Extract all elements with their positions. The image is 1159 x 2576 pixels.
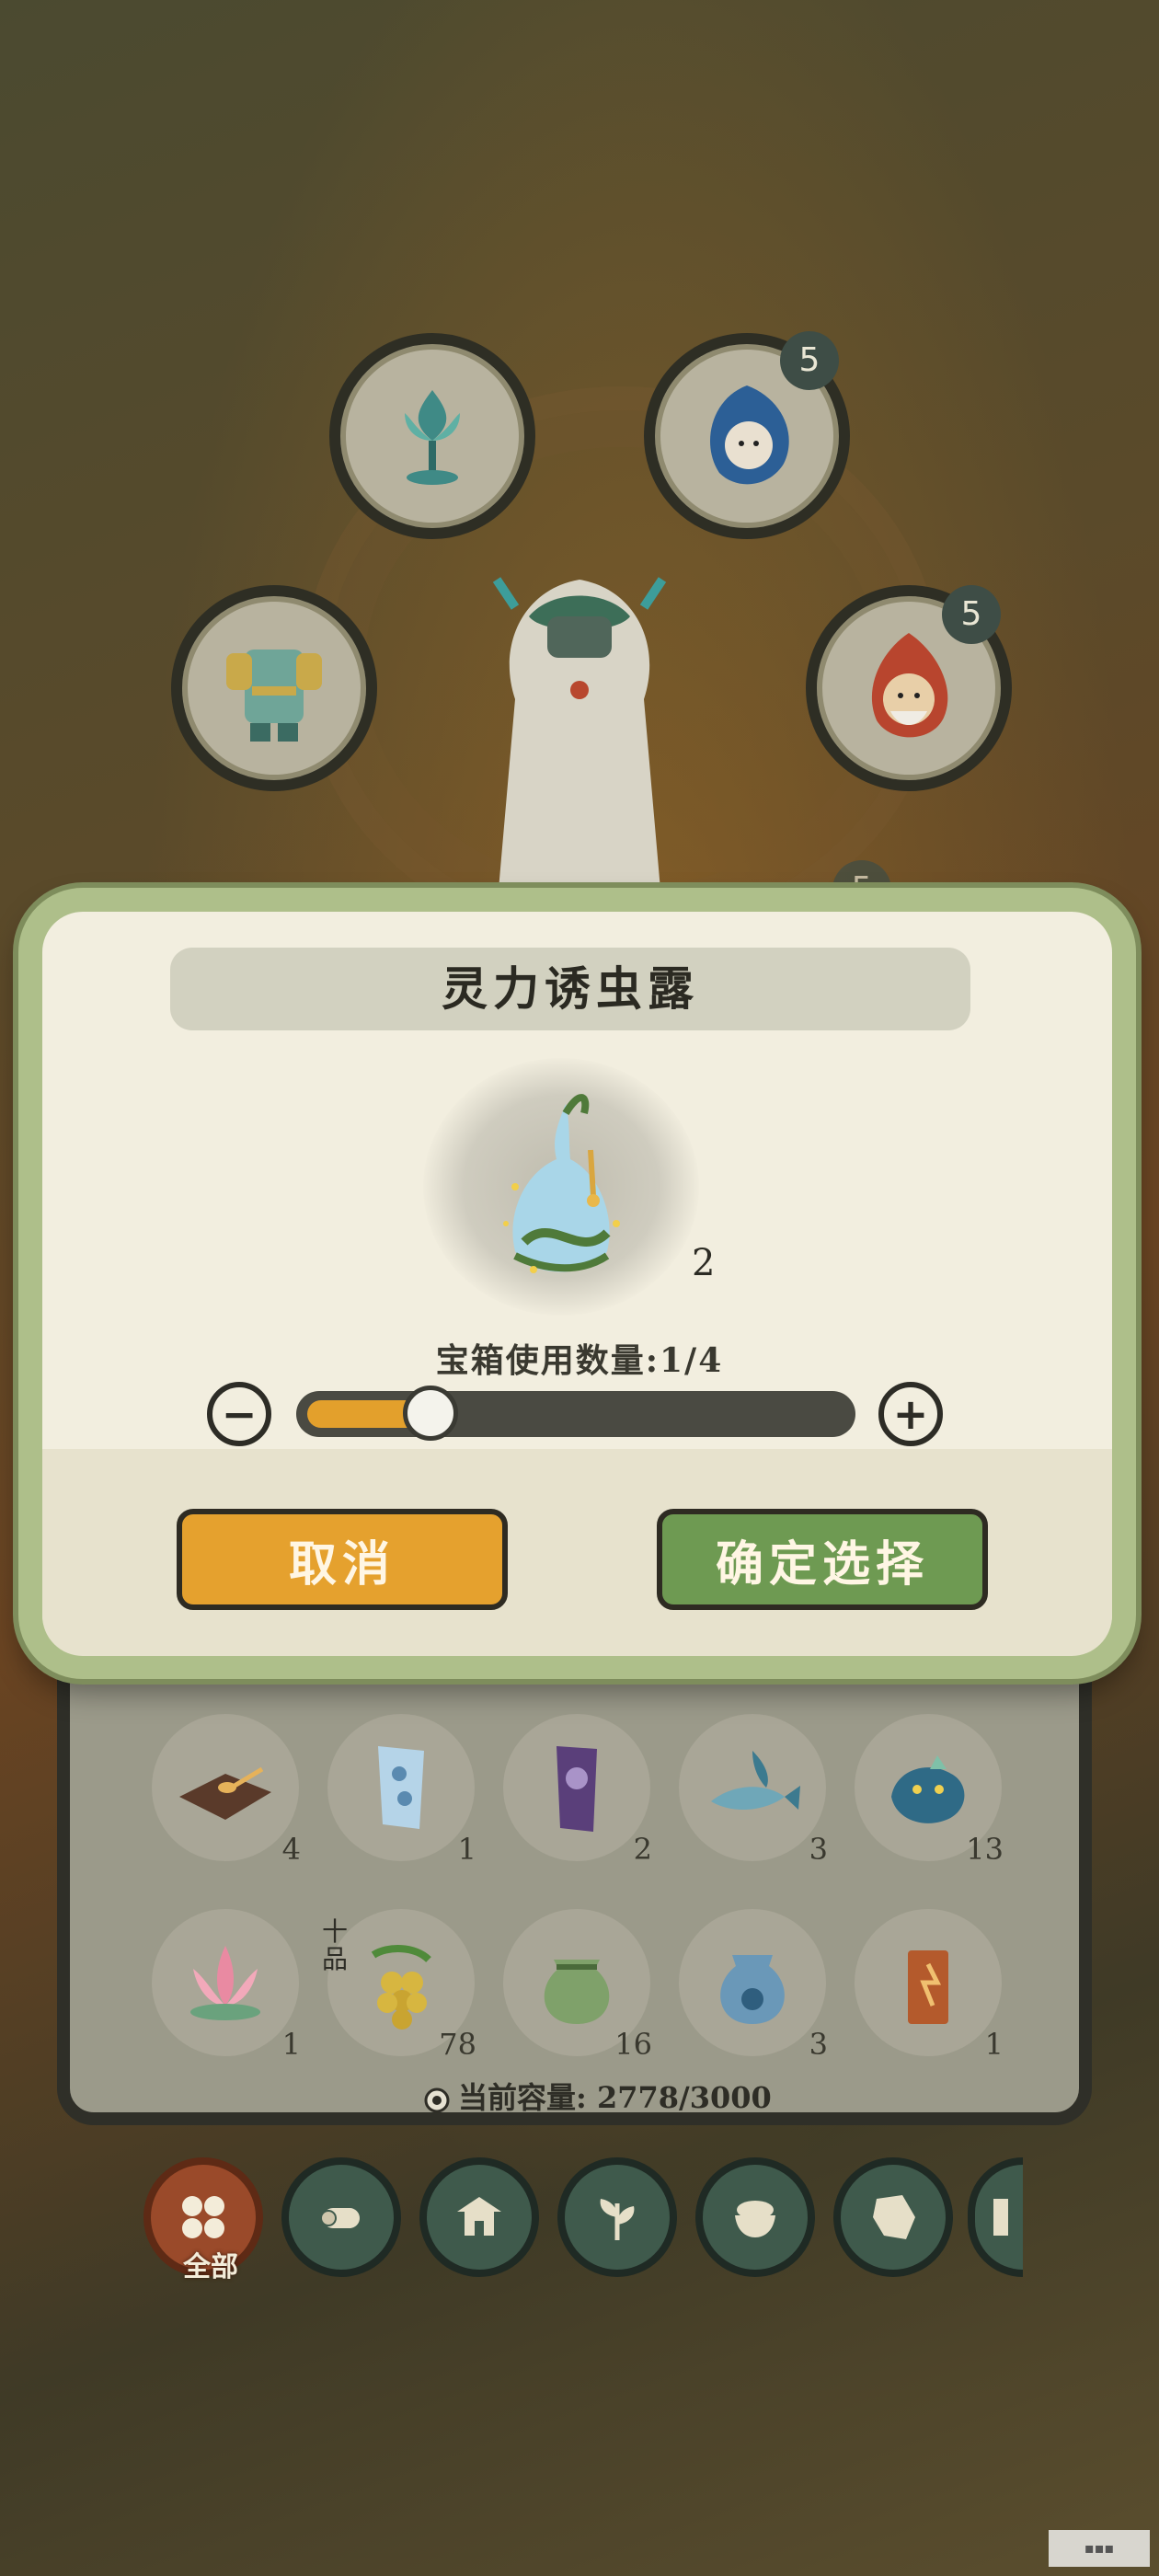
talisman-icon — [908, 1950, 948, 2024]
inventory-cell[interactable]: 3 — [679, 1714, 828, 1867]
inventory-cell[interactable]: 1 — [152, 1909, 301, 2062]
category-label: 全部 — [183, 2251, 238, 2283]
decrease-button[interactable]: − — [207, 1382, 271, 1446]
spirit-beast-icon — [891, 1755, 965, 1823]
herb-icon — [600, 2199, 635, 2240]
item-count: 13 — [966, 1832, 1004, 1867]
dialog-item-count: 2 — [692, 1242, 716, 1284]
blue-spirit-icon — [710, 385, 789, 485]
inventory-cell[interactable]: 78 — [327, 1909, 476, 2062]
minus-icon: − — [221, 1389, 258, 1439]
confirm-button[interactable]: 确定选择 — [657, 1509, 988, 1610]
slot-badge: 5 — [942, 585, 1001, 644]
dialog-title: 灵力诱虫露 — [170, 948, 970, 1030]
inventory-cell[interactable]: 1 — [327, 1714, 476, 1867]
inventory-cell[interactable]: 16 — [503, 1909, 652, 2062]
scroll-icon — [993, 2199, 1008, 2236]
increase-button[interactable]: + — [878, 1382, 943, 1446]
blue-scroll-icon — [378, 1746, 424, 1829]
golden-grape-icon — [371, 1945, 431, 2030]
item-count: 1 — [457, 1832, 476, 1867]
item-count: 3 — [809, 2027, 828, 2062]
use-count-label: 宝箱使用数量:1/4 — [435, 1341, 724, 1380]
category-tab-building[interactable] — [419, 2157, 539, 2277]
ore-icon — [873, 2195, 915, 2239]
item-count: 78 — [439, 2027, 476, 2062]
lotus-goblet-icon — [405, 390, 460, 485]
log-icon — [320, 2208, 360, 2228]
category-tab-food[interactable] — [695, 2157, 815, 2277]
plus-icon: + — [892, 1389, 929, 1439]
slot-armor[interactable] — [171, 585, 377, 791]
house-icon — [457, 2197, 501, 2236]
bowl-icon — [735, 2201, 775, 2237]
category-tab-ore[interactable] — [833, 2157, 953, 2277]
category-tab-wood[interactable] — [281, 2157, 401, 2277]
inventory-cell[interactable]: 4 — [152, 1714, 301, 1867]
blue-pouch-icon — [720, 1955, 785, 2024]
armor-icon — [226, 650, 322, 742]
inventory-cell[interactable]: 2 — [503, 1714, 652, 1867]
quantity-slider[interactable] — [296, 1386, 855, 1441]
item-count: 4 — [281, 1832, 301, 1867]
category-tab-scroll[interactable] — [968, 2157, 1023, 2277]
inventory-cell[interactable]: 1 — [855, 1909, 1004, 2062]
character-figure — [442, 561, 717, 911]
capacity-icon — [424, 2087, 450, 2112]
green-pouch-icon — [544, 1960, 610, 2024]
inventory-capacity: 当前容量: 2778/3000 — [423, 2075, 772, 2117]
all-icon — [182, 2196, 224, 2238]
inventory-cell[interactable]: 3 — [679, 1909, 828, 2062]
capacity-text: 当前容量: 2778/3000 — [458, 2080, 772, 2115]
category-tab-all[interactable]: 全部 — [143, 2157, 263, 2283]
tray-spoon-icon — [179, 1766, 271, 1820]
item-count: 1 — [281, 2027, 301, 2062]
lotus-icon — [190, 1946, 260, 2020]
fish-icon — [711, 1751, 800, 1811]
fire-elder-icon — [871, 633, 948, 738]
watermark: ▪▪▪ — [1049, 2530, 1150, 2567]
item-count: 1 — [984, 2027, 1004, 2062]
inventory-cell[interactable]: 13 — [855, 1714, 1004, 1867]
cancel-button[interactable]: 取消 — [177, 1509, 508, 1610]
slider-knob[interactable] — [403, 1386, 458, 1441]
category-tab-herb[interactable] — [557, 2157, 677, 2277]
item-grade: 十品 — [322, 1916, 349, 1974]
item-count: 3 — [809, 1832, 828, 1867]
item-count: 16 — [614, 2027, 652, 2062]
slot-badge: 5 — [780, 331, 839, 390]
spirit-dew-bottle-icon — [503, 1094, 620, 1273]
purple-scroll-icon — [557, 1746, 597, 1832]
slot-lotus-goblet[interactable] — [329, 333, 535, 539]
item-count: 2 — [633, 1832, 652, 1867]
